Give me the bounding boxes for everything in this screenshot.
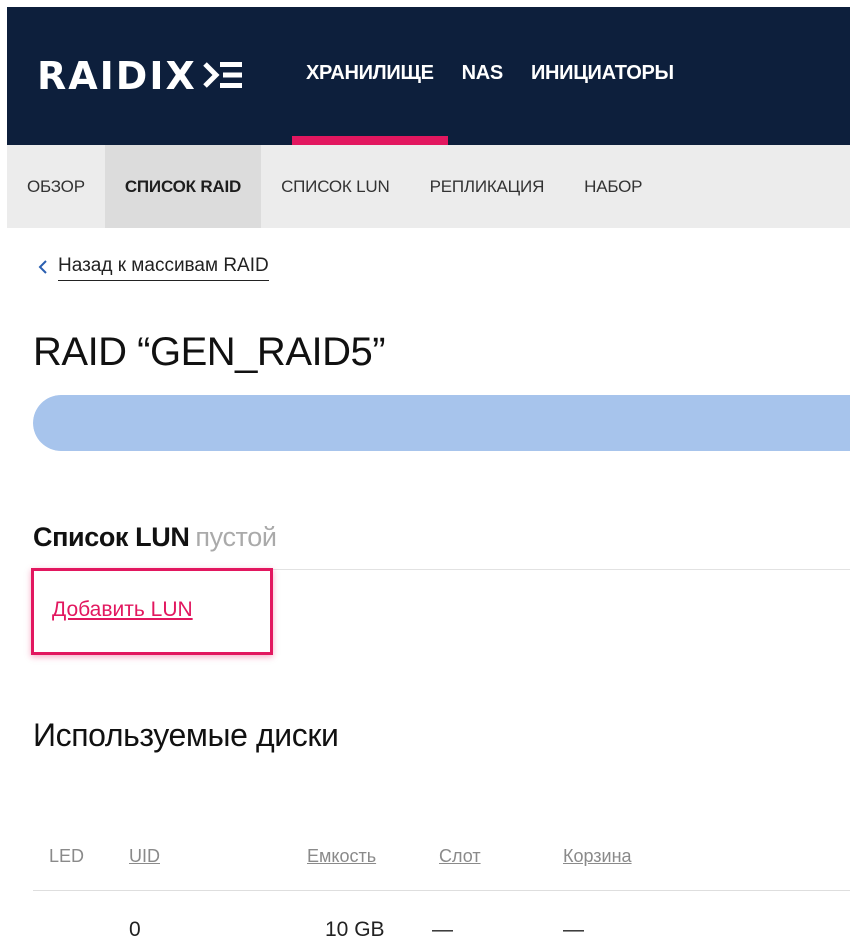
page-title: RAID “GEN_RAID5”: [33, 330, 386, 374]
back-to-raid-link[interactable]: Назад к массивам RAID: [38, 255, 269, 281]
used-disks-heading: Используемые диски: [33, 717, 339, 753]
tab-lun-list[interactable]: СПИСОК LUN: [261, 145, 409, 228]
cell-slot: —: [432, 918, 453, 941]
raidix-logo[interactable]: RAIDIX: [37, 57, 243, 95]
logo-mark-icon: [203, 57, 243, 95]
cell-capacity: 10 GB: [325, 918, 385, 941]
raid-status-bar: [33, 395, 850, 451]
tab-replication[interactable]: РЕПЛИКАЦИЯ: [410, 145, 565, 228]
chevron-left-icon: [38, 257, 48, 280]
top-nav-storage[interactable]: ХРАНИЛИЩЕ: [292, 7, 448, 145]
add-lun-link[interactable]: Добавить LUN: [52, 598, 193, 622]
column-header-capacity[interactable]: Емкость: [307, 846, 376, 867]
tab-overview[interactable]: ОБЗОР: [7, 145, 105, 228]
cell-basket: —: [563, 918, 584, 941]
column-header-slot[interactable]: Слот: [439, 846, 481, 867]
lun-empty-status: пустой: [195, 522, 277, 552]
column-header-basket[interactable]: Корзина: [563, 846, 632, 867]
top-nav: ХРАНИЛИЩЕ NAS ИНИЦИАТОРЫ: [292, 7, 688, 145]
top-header: RAIDIX ХРАНИЛИЩЕ NAS ИНИЦИАТОРЫ: [7, 7, 850, 145]
cell-uid: 0: [129, 918, 141, 941]
lun-section-title: Список LUN: [33, 522, 190, 552]
column-header-uid[interactable]: UID: [129, 846, 160, 867]
column-header-led: LED: [49, 846, 85, 866]
logo-text: RAIDIX: [37, 54, 197, 98]
back-link-label: Назад к массивам RAID: [58, 255, 269, 281]
tab-set[interactable]: НАБОР: [564, 145, 662, 228]
top-nav-initiators[interactable]: ИНИЦИАТОРЫ: [517, 7, 688, 145]
lun-section-heading: Список LUN пустой: [33, 522, 277, 553]
table-header-divider: [33, 890, 850, 891]
tab-raid-list[interactable]: СПИСОК RAID: [104, 145, 262, 228]
top-nav-nas[interactable]: NAS: [448, 7, 517, 145]
sub-nav: ОБЗОР СПИСОК RAID СПИСОК LUN РЕПЛИКАЦИЯ …: [7, 145, 850, 228]
raid-status-bar-fill: [33, 395, 850, 451]
